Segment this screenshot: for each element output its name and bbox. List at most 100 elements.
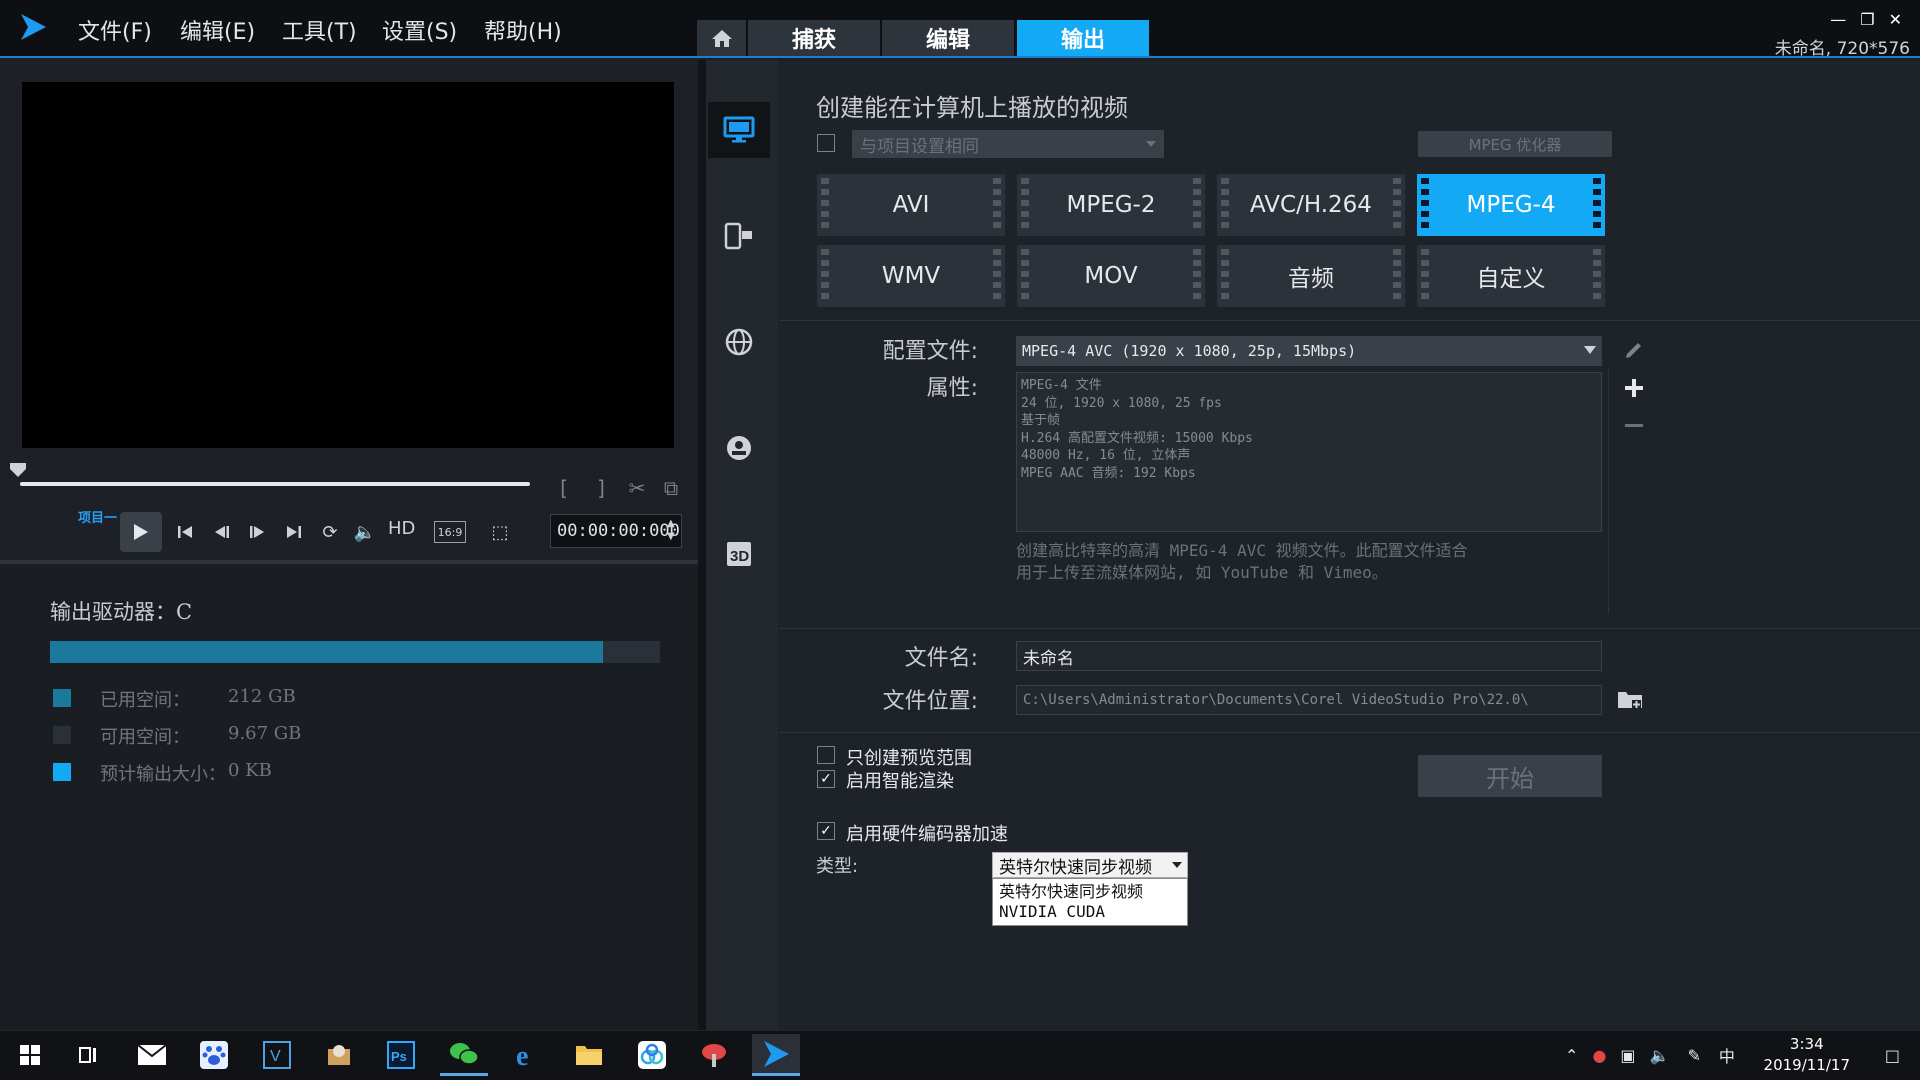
- timecode-display[interactable]: 00:00:00:000: [550, 514, 682, 548]
- dropdown-option-intel[interactable]: 英特尔快速同步视频: [999, 882, 1181, 902]
- taskbar-videostudio[interactable]: [752, 1034, 800, 1076]
- menu-file[interactable]: 文件(F): [78, 14, 152, 45]
- mark-out-icon[interactable]: ]: [590, 476, 612, 500]
- format-custom[interactable]: 自定义: [1417, 245, 1605, 307]
- web-category[interactable]: [708, 314, 770, 370]
- properties-box: MPEG-4 文件 24 位, 1920 x 1080, 25 fps 基于帧 …: [1016, 372, 1602, 532]
- pen-icon[interactable]: ✎: [1687, 1046, 1700, 1065]
- volume-button[interactable]: 🔈: [351, 518, 379, 546]
- taskbar-edge[interactable]: e: [503, 1034, 551, 1076]
- repeat-button[interactable]: ⟳: [316, 518, 344, 546]
- format-wmv[interactable]: WMV: [817, 245, 1005, 307]
- dropdown-option-cuda[interactable]: NVIDIA CUDA: [999, 902, 1181, 922]
- disc-category[interactable]: [708, 420, 770, 476]
- play-button[interactable]: [120, 512, 162, 552]
- taskbar-wechat[interactable]: [440, 1034, 488, 1076]
- qq-icon[interactable]: ●: [1592, 1046, 1606, 1065]
- minimize-icon[interactable]: —: [1830, 10, 1846, 29]
- scissors-icon[interactable]: ✂: [626, 476, 648, 500]
- encoder-type-select[interactable]: 英特尔快速同步视频: [992, 852, 1188, 878]
- mark-in-icon[interactable]: [: [553, 476, 575, 500]
- taskbar-visio[interactable]: V: [253, 1034, 301, 1076]
- smart-render-checkbox[interactable]: ✓: [817, 770, 835, 788]
- hw-encoder-checkbox[interactable]: ✓: [817, 822, 835, 840]
- next-frame-icon: [250, 526, 264, 538]
- chevron-down-icon[interactable]: [1584, 346, 1596, 354]
- location-input[interactable]: C:\Users\Administrator\Documents\Corel V…: [1016, 685, 1602, 715]
- clock-time: 3:34: [1789, 1035, 1824, 1053]
- filename-input[interactable]: 未命名: [1016, 641, 1602, 671]
- browse-folder-button[interactable]: [1614, 684, 1646, 714]
- taskbar-app-10[interactable]: [690, 1034, 738, 1076]
- add-profile-button[interactable]: [1620, 374, 1648, 402]
- project-mode-label[interactable]: 项目一: [78, 507, 117, 526]
- menu-help[interactable]: 帮助(H): [484, 14, 562, 45]
- prev-frame-button[interactable]: [208, 518, 236, 546]
- scrub-handle[interactable]: [10, 462, 26, 477]
- tab-capture[interactable]: 捕获: [748, 20, 880, 56]
- output-drive-label: 输出驱动器：C: [50, 600, 193, 624]
- same-settings-select[interactable]: 与项目设置相同: [852, 130, 1164, 158]
- divider: [780, 732, 1920, 733]
- taskbar-photoshop[interactable]: Ps: [377, 1034, 425, 1076]
- preview-window[interactable]: [22, 82, 674, 448]
- enlarge-icon[interactable]: ⧉: [660, 476, 682, 500]
- task-view-button[interactable]: [64, 1034, 112, 1076]
- taskbar-app-9[interactable]: [628, 1034, 676, 1076]
- display-mode-button[interactable]: ⬚: [486, 518, 514, 546]
- taskbar-baidu[interactable]: [190, 1034, 238, 1076]
- next-frame-button[interactable]: [243, 518, 271, 546]
- profile-select[interactable]: MPEG-4 AVC (1920 x 1080, 25p, 15Mbps): [1016, 336, 1602, 366]
- pencil-icon: [1626, 343, 1641, 358]
- preview-range-checkbox[interactable]: [817, 746, 835, 764]
- aspect-ratio-button[interactable]: 16:9: [434, 521, 466, 543]
- svg-text:3D: 3D: [730, 548, 749, 565]
- 3d-category[interactable]: 3D: [708, 526, 770, 582]
- close-icon[interactable]: ✕: [1889, 10, 1902, 29]
- tab-edit[interactable]: 编辑: [882, 20, 1014, 56]
- format-audio[interactable]: 音频: [1217, 245, 1405, 307]
- format-avc-h264[interactable]: AVC/H.264: [1217, 174, 1405, 236]
- format-mpeg2[interactable]: MPEG-2: [1017, 174, 1205, 236]
- ime-indicator[interactable]: 中: [1719, 1043, 1735, 1067]
- timecode-stepper[interactable]: ▲ ▼: [667, 517, 675, 543]
- taskbar-explorer[interactable]: [565, 1034, 613, 1076]
- device-category[interactable]: [708, 208, 770, 264]
- restore-icon[interactable]: ❐: [1860, 10, 1874, 29]
- hd-preview-button[interactable]: HD: [388, 518, 415, 539]
- go-start-button[interactable]: [171, 518, 199, 546]
- format-mov[interactable]: MOV: [1017, 245, 1205, 307]
- format-mpeg4[interactable]: MPEG-4: [1417, 174, 1605, 236]
- home-button[interactable]: [697, 20, 746, 56]
- format-avi[interactable]: AVI: [817, 174, 1005, 236]
- property-line: 24 位, 1920 x 1080, 25 fps: [1021, 395, 1222, 411]
- volume-icon[interactable]: 🔈: [1650, 1046, 1670, 1065]
- chevron-down-icon[interactable]: [1172, 862, 1182, 868]
- skip-start-icon: [178, 526, 192, 538]
- tab-share[interactable]: 输出: [1017, 20, 1149, 56]
- start-menu-button[interactable]: [6, 1034, 54, 1076]
- same-settings-checkbox[interactable]: [817, 134, 835, 152]
- estimated-size-swatch: [53, 763, 71, 781]
- taskbar-app-4[interactable]: [315, 1034, 363, 1076]
- menu-tools[interactable]: 工具(T): [282, 14, 357, 45]
- mpeg-optimizer-button[interactable]: MPEG 优化器: [1418, 131, 1612, 157]
- drive-usage-bar: [50, 641, 660, 663]
- start-button[interactable]: 开始: [1418, 755, 1602, 797]
- app-logo-icon[interactable]: [18, 12, 48, 42]
- wechat-icon: [450, 1042, 479, 1065]
- panel-divider[interactable]: [0, 560, 698, 564]
- chevron-up-icon[interactable]: ⌃: [1565, 1046, 1578, 1065]
- taskbar-clock[interactable]: 3:34 2019/11/17: [1764, 1034, 1850, 1076]
- edit-profile-button[interactable]: [1620, 336, 1648, 364]
- menu-edit[interactable]: 编辑(E): [180, 14, 255, 45]
- notification-icon[interactable]: □: [1885, 1046, 1900, 1065]
- chevron-down-icon: [1146, 141, 1156, 147]
- menu-settings[interactable]: 设置(S): [382, 14, 457, 45]
- scrub-track[interactable]: [20, 482, 530, 486]
- computer-category[interactable]: [708, 102, 770, 158]
- taskbar-mail[interactable]: [128, 1034, 176, 1076]
- go-end-button[interactable]: [280, 518, 308, 546]
- remove-profile-button[interactable]: [1620, 412, 1648, 440]
- network-icon[interactable]: ▣: [1620, 1046, 1635, 1065]
